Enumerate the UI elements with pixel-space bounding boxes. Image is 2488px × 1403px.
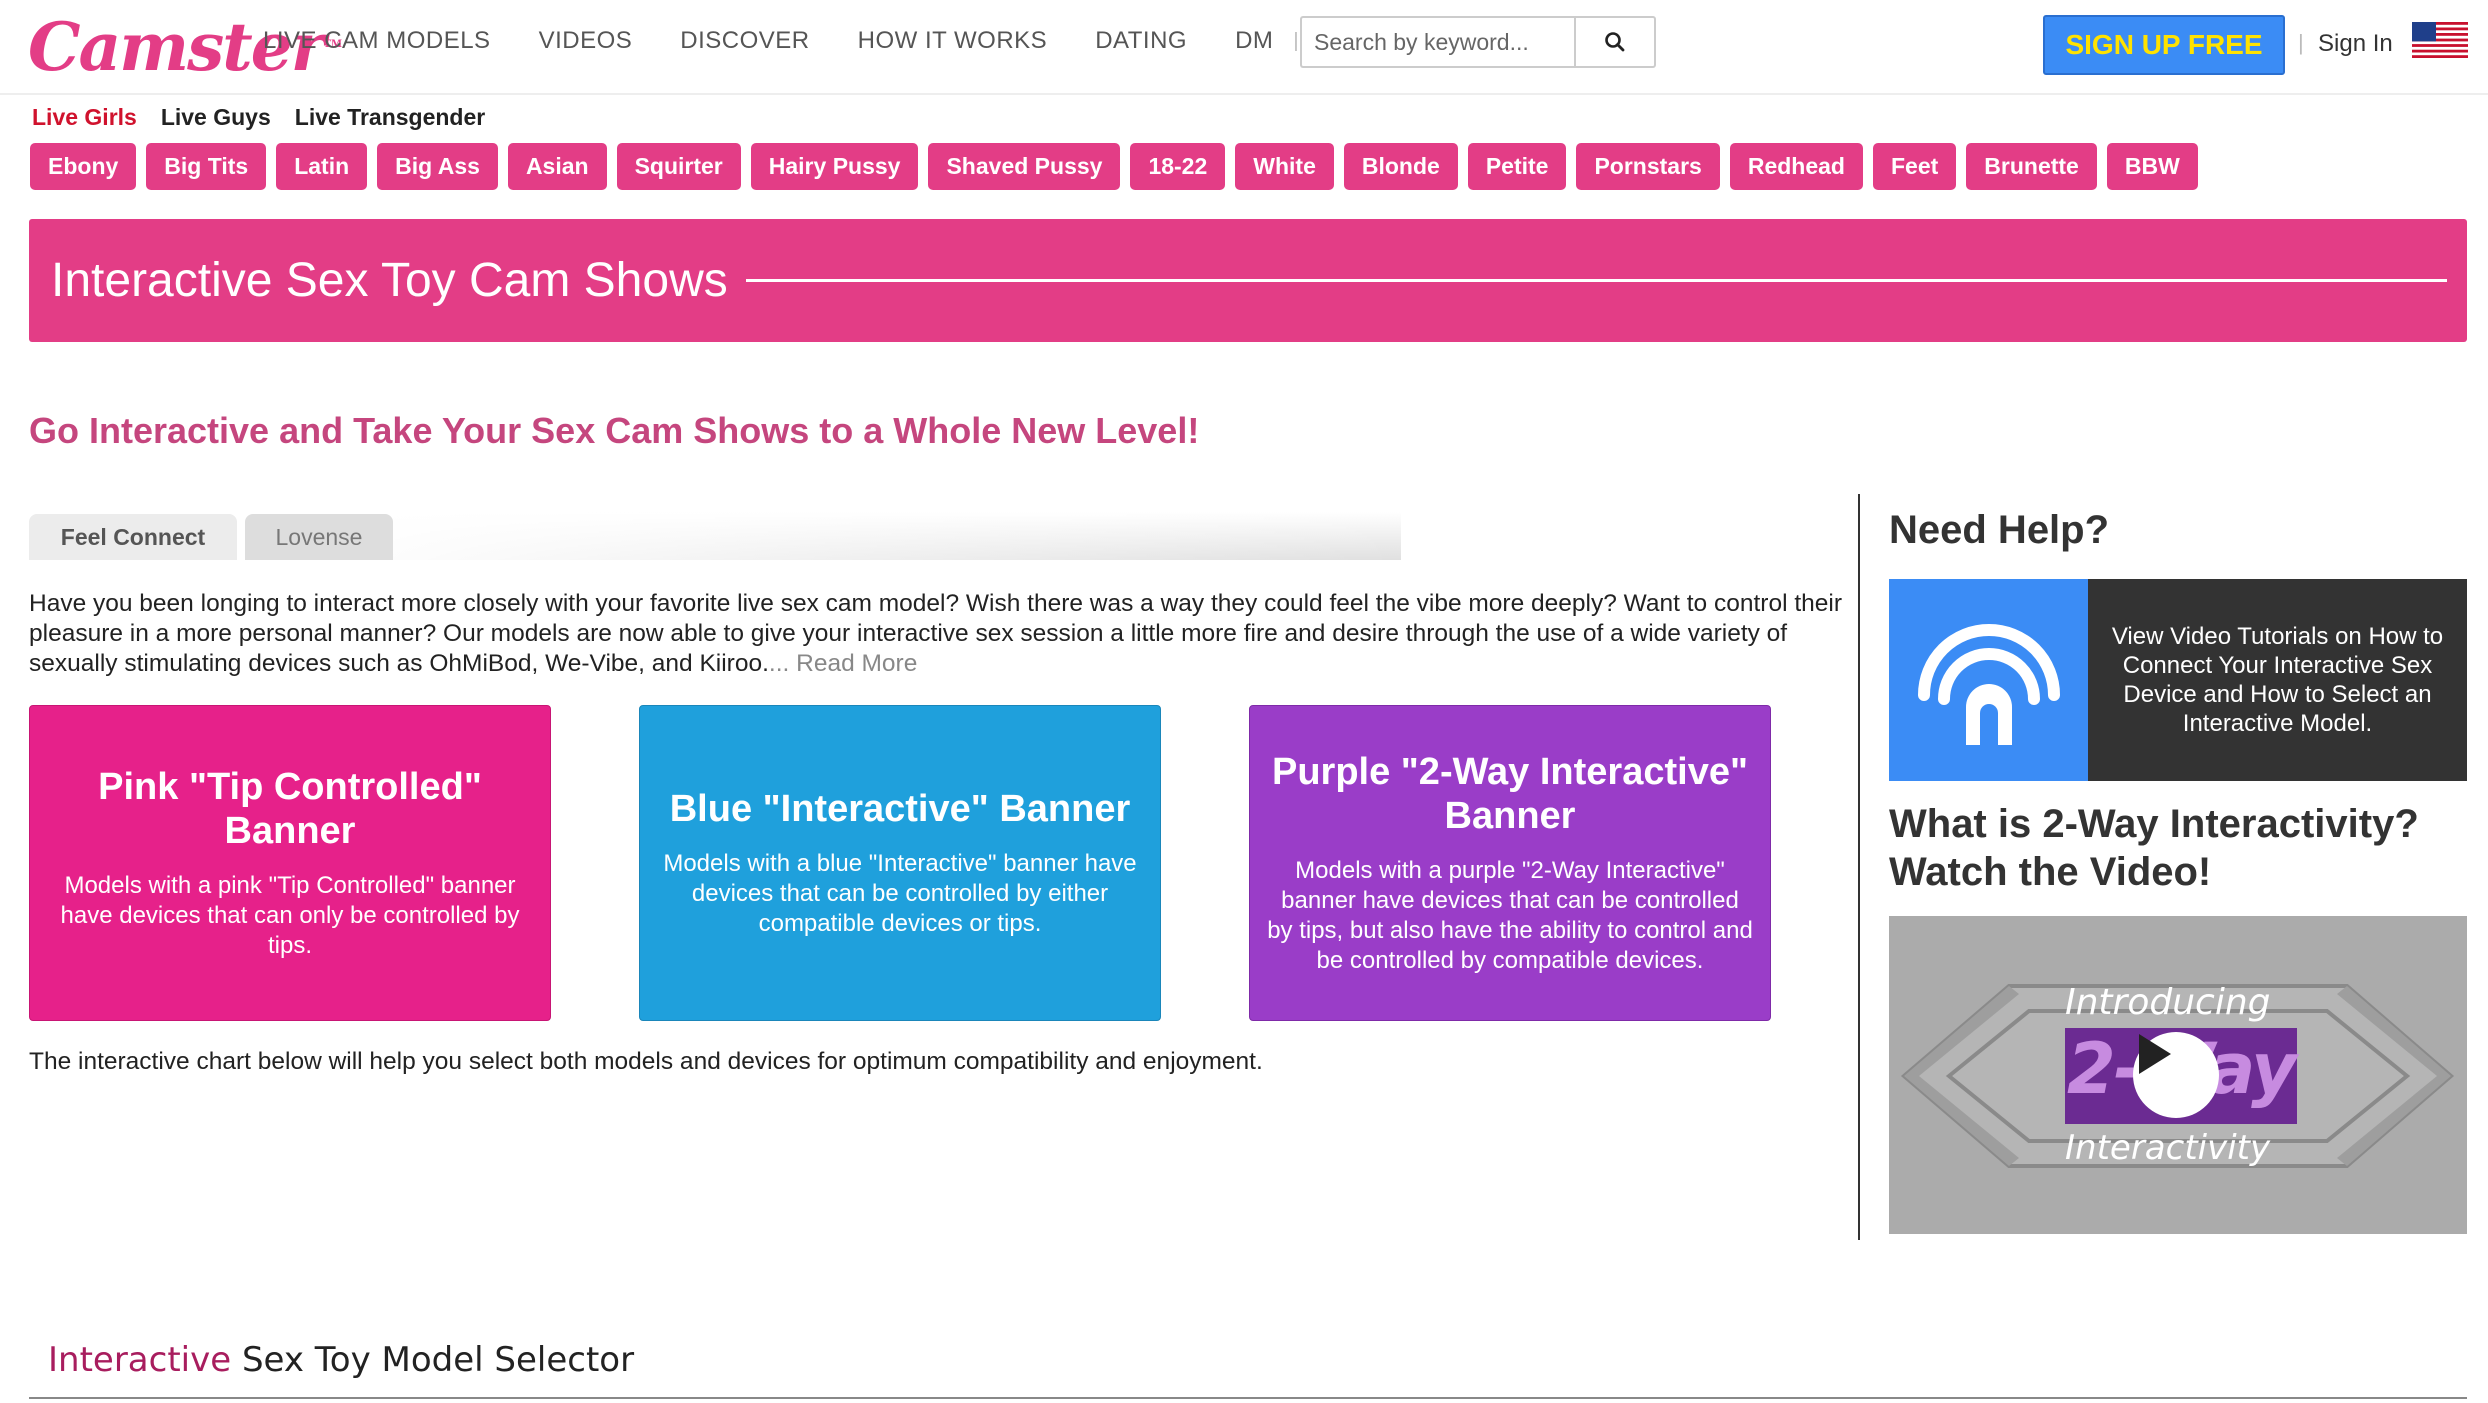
help-text: View Video Tutorials on How to Connect Y… <box>2111 623 2444 737</box>
tab-live-transgender[interactable]: Live Transgender <box>295 104 485 131</box>
tab-feel-connect[interactable]: Feel Connect <box>29 514 237 560</box>
interactive-signal-icon <box>1889 579 2088 781</box>
banner-rule <box>745 279 2447 282</box>
card-title: Blue "Interactive" Banner <box>669 788 1131 830</box>
tag-ebony[interactable]: Ebony <box>30 143 137 190</box>
tag-asian[interactable]: Asian <box>507 143 607 190</box>
read-more-link[interactable]: ... Read More <box>769 650 917 677</box>
pink-banner-card: Pink "Tip Controlled" Banner Models with… <box>29 705 551 1021</box>
tag-white[interactable]: White <box>1235 143 1334 190</box>
search-input[interactable] <box>1300 16 1574 68</box>
play-icon <box>2139 1034 2171 1074</box>
tag-18-22[interactable]: 18-22 <box>1130 143 1226 190</box>
page-banner: Interactive Sex Toy Cam Shows <box>29 219 2467 342</box>
tag-petite[interactable]: Petite <box>1467 143 1567 190</box>
nav-discover[interactable]: DISCOVER <box>680 27 809 55</box>
card-title: Purple "2-Way Interactive" Banner <box>1271 751 1748 837</box>
sign-in-link[interactable]: Sign In <box>2318 30 2393 58</box>
us-flag-icon[interactable] <box>2412 22 2468 58</box>
tag-latin[interactable]: Latin <box>276 143 368 190</box>
blue-banner-card: Blue "Interactive" Banner Models with a … <box>639 705 1161 1021</box>
sign-up-free-button[interactable]: SIGN UP FREE <box>2043 15 2285 75</box>
chart-note: The interactive chart below will help yo… <box>29 1048 1263 1075</box>
nav-dm[interactable]: DM <box>1235 27 1273 55</box>
section-subtitle: Go Interactive and Take Your Sex Cam Sho… <box>29 410 1200 451</box>
tag-feet[interactable]: Feet <box>1872 143 1957 190</box>
nav-dating[interactable]: DATING <box>1095 27 1187 55</box>
tag-squirter[interactable]: Squirter <box>616 143 741 190</box>
card-body: Models with a blue "Interactive" banner … <box>663 850 1137 937</box>
nav-videos[interactable]: VIDEOS <box>539 27 633 55</box>
card-title: Pink "Tip Controlled" Banner <box>98 766 482 852</box>
tab-live-guys[interactable]: Live Guys <box>161 104 271 131</box>
tab-live-girls[interactable]: Live Girls <box>32 104 137 131</box>
nav-divider: | <box>1293 29 1299 52</box>
header-divider: | <box>2298 30 2304 55</box>
tag-brunette[interactable]: Brunette <box>1966 143 2097 190</box>
play-button[interactable] <box>2133 1032 2219 1118</box>
video-text-interactivity: Interactivity <box>2065 1128 2271 1168</box>
top-bar: CamsterTM LIVE CAM MODELS VIDEOS DISCOVE… <box>0 0 2488 95</box>
model-selector-heading: Interactive Sex Toy Model Selector <box>48 1340 634 1380</box>
tag-big-tits[interactable]: Big Tits <box>146 143 267 190</box>
selector-rule <box>29 1397 2467 1399</box>
video-heading: What is 2-Way Interactivity? Watch the V… <box>1889 802 2419 894</box>
selector-rest: Sex Toy Model Selector <box>231 1340 635 1380</box>
category-tags: Ebony Big Tits Latin Big Ass Asian Squir… <box>30 143 2208 190</box>
tag-shaved-pussy[interactable]: Shaved Pussy <box>928 143 1121 190</box>
search-button[interactable] <box>1574 16 1656 68</box>
card-body: Models with a purple "2-Way Interactive"… <box>1267 857 1753 974</box>
tab-lovense[interactable]: Lovense <box>245 514 393 560</box>
page-title: Interactive Sex Toy Cam Shows <box>51 254 728 307</box>
intro-video-player[interactable]: Introducing 2-Way Interactivity <box>1889 916 2467 1234</box>
tag-redhead[interactable]: Redhead <box>1729 143 1863 190</box>
tag-hairy-pussy[interactable]: Hairy Pussy <box>750 143 919 190</box>
intro-text: Have you been longing to interact more c… <box>29 590 1842 677</box>
purple-banner-card: Purple "2-Way Interactive" Banner Models… <box>1249 705 1771 1021</box>
card-body: Models with a pink "Tip Controlled" bann… <box>60 872 520 959</box>
intro-paragraph: Have you been longing to interact more c… <box>29 589 1849 679</box>
tag-bbw[interactable]: BBW <box>2106 143 2198 190</box>
video-text-introducing: Introducing <box>2065 982 2271 1023</box>
search-icon <box>1605 32 1625 52</box>
nav-live-cam-models[interactable]: LIVE CAM MODELS <box>263 27 491 55</box>
selector-highlight: Interactive <box>48 1340 232 1380</box>
tag-big-ass[interactable]: Big Ass <box>377 143 498 190</box>
tag-blonde[interactable]: Blonde <box>1343 143 1458 190</box>
search-form <box>1300 16 1656 68</box>
sidebar-divider <box>1858 494 1860 1240</box>
gender-tabs: Live Girls Live Guys Live Transgender <box>32 104 509 131</box>
nav-how-it-works[interactable]: HOW IT WORKS <box>858 27 1048 55</box>
tag-pornstars[interactable]: Pornstars <box>1576 143 1720 190</box>
help-tutorials-box[interactable]: View Video Tutorials on How to Connect Y… <box>1889 579 2467 781</box>
main-nav: LIVE CAM MODELS VIDEOS DISCOVER HOW IT W… <box>263 27 1319 55</box>
help-title: Need Help? <box>1889 508 2110 552</box>
